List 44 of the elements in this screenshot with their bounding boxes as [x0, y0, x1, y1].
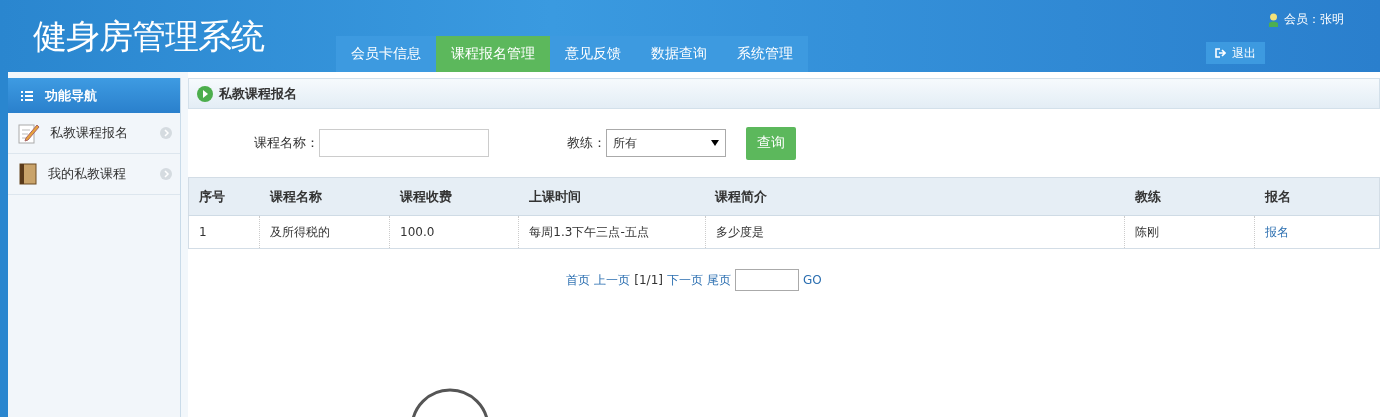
page-status: [1/1] [634, 273, 663, 287]
column-header: 序号 [188, 177, 260, 216]
column-header: 报名 [1254, 177, 1380, 216]
table-cell: 多少度是 [705, 215, 1125, 249]
nav-tab[interactable]: 系统管理 [722, 36, 808, 72]
exit-icon [1215, 48, 1226, 58]
go-link[interactable]: GO [802, 273, 822, 287]
prev-page-link[interactable]: 上一页 [594, 271, 631, 289]
table-cell: 陈刚 [1124, 215, 1255, 249]
logout-button[interactable]: 退出 [1206, 42, 1265, 64]
panel-title: 私教课程报名 [219, 84, 297, 103]
coach-select[interactable]: 所有 [606, 129, 726, 157]
column-header: 课程名称 [259, 177, 390, 216]
dropdown-icon [711, 140, 719, 146]
table-cell: 100.0 [389, 215, 519, 249]
pencil-note-icon [18, 122, 40, 144]
page-number-field[interactable] [734, 269, 799, 291]
column-header: 上课时间 [518, 177, 706, 216]
nav-tab[interactable]: 数据查询 [636, 36, 722, 72]
column-header: 课程收费 [389, 177, 519, 216]
play-icon [197, 85, 213, 102]
next-page-link[interactable]: 下一页 [666, 271, 703, 289]
sidebar-item[interactable]: 私教课程报名 [8, 113, 180, 154]
course-name-label: 课程名称： [254, 134, 319, 152]
sidebar-title: 功能导航 [45, 86, 97, 105]
course-name-field[interactable] [319, 129, 489, 157]
nav-tab[interactable]: 会员卡信息 [336, 36, 436, 72]
last-page-link[interactable]: 尾页 [706, 271, 731, 289]
table-cell: 1 [188, 215, 260, 249]
list-icon [21, 90, 33, 101]
user-label: 会员：张明 [1284, 11, 1344, 28]
table-cell: 每周1.3下午三点-五点 [518, 215, 706, 249]
coach-label: 教练： [567, 134, 606, 152]
table-cell: 及所得税的 [259, 215, 390, 249]
column-header: 课程简介 [705, 177, 1125, 216]
column-header: 教练 [1124, 177, 1255, 216]
enroll-link[interactable]: 报名 [1265, 224, 1290, 239]
book-icon [18, 163, 38, 185]
chevron-icon [160, 127, 172, 139]
app-title: 健身房管理系统 [33, 15, 266, 58]
first-page-link[interactable]: 首页 [566, 271, 591, 289]
chevron-icon [160, 168, 172, 180]
sidebar-item[interactable]: 我的私教课程 [8, 154, 180, 195]
user-icon [1268, 12, 1279, 27]
